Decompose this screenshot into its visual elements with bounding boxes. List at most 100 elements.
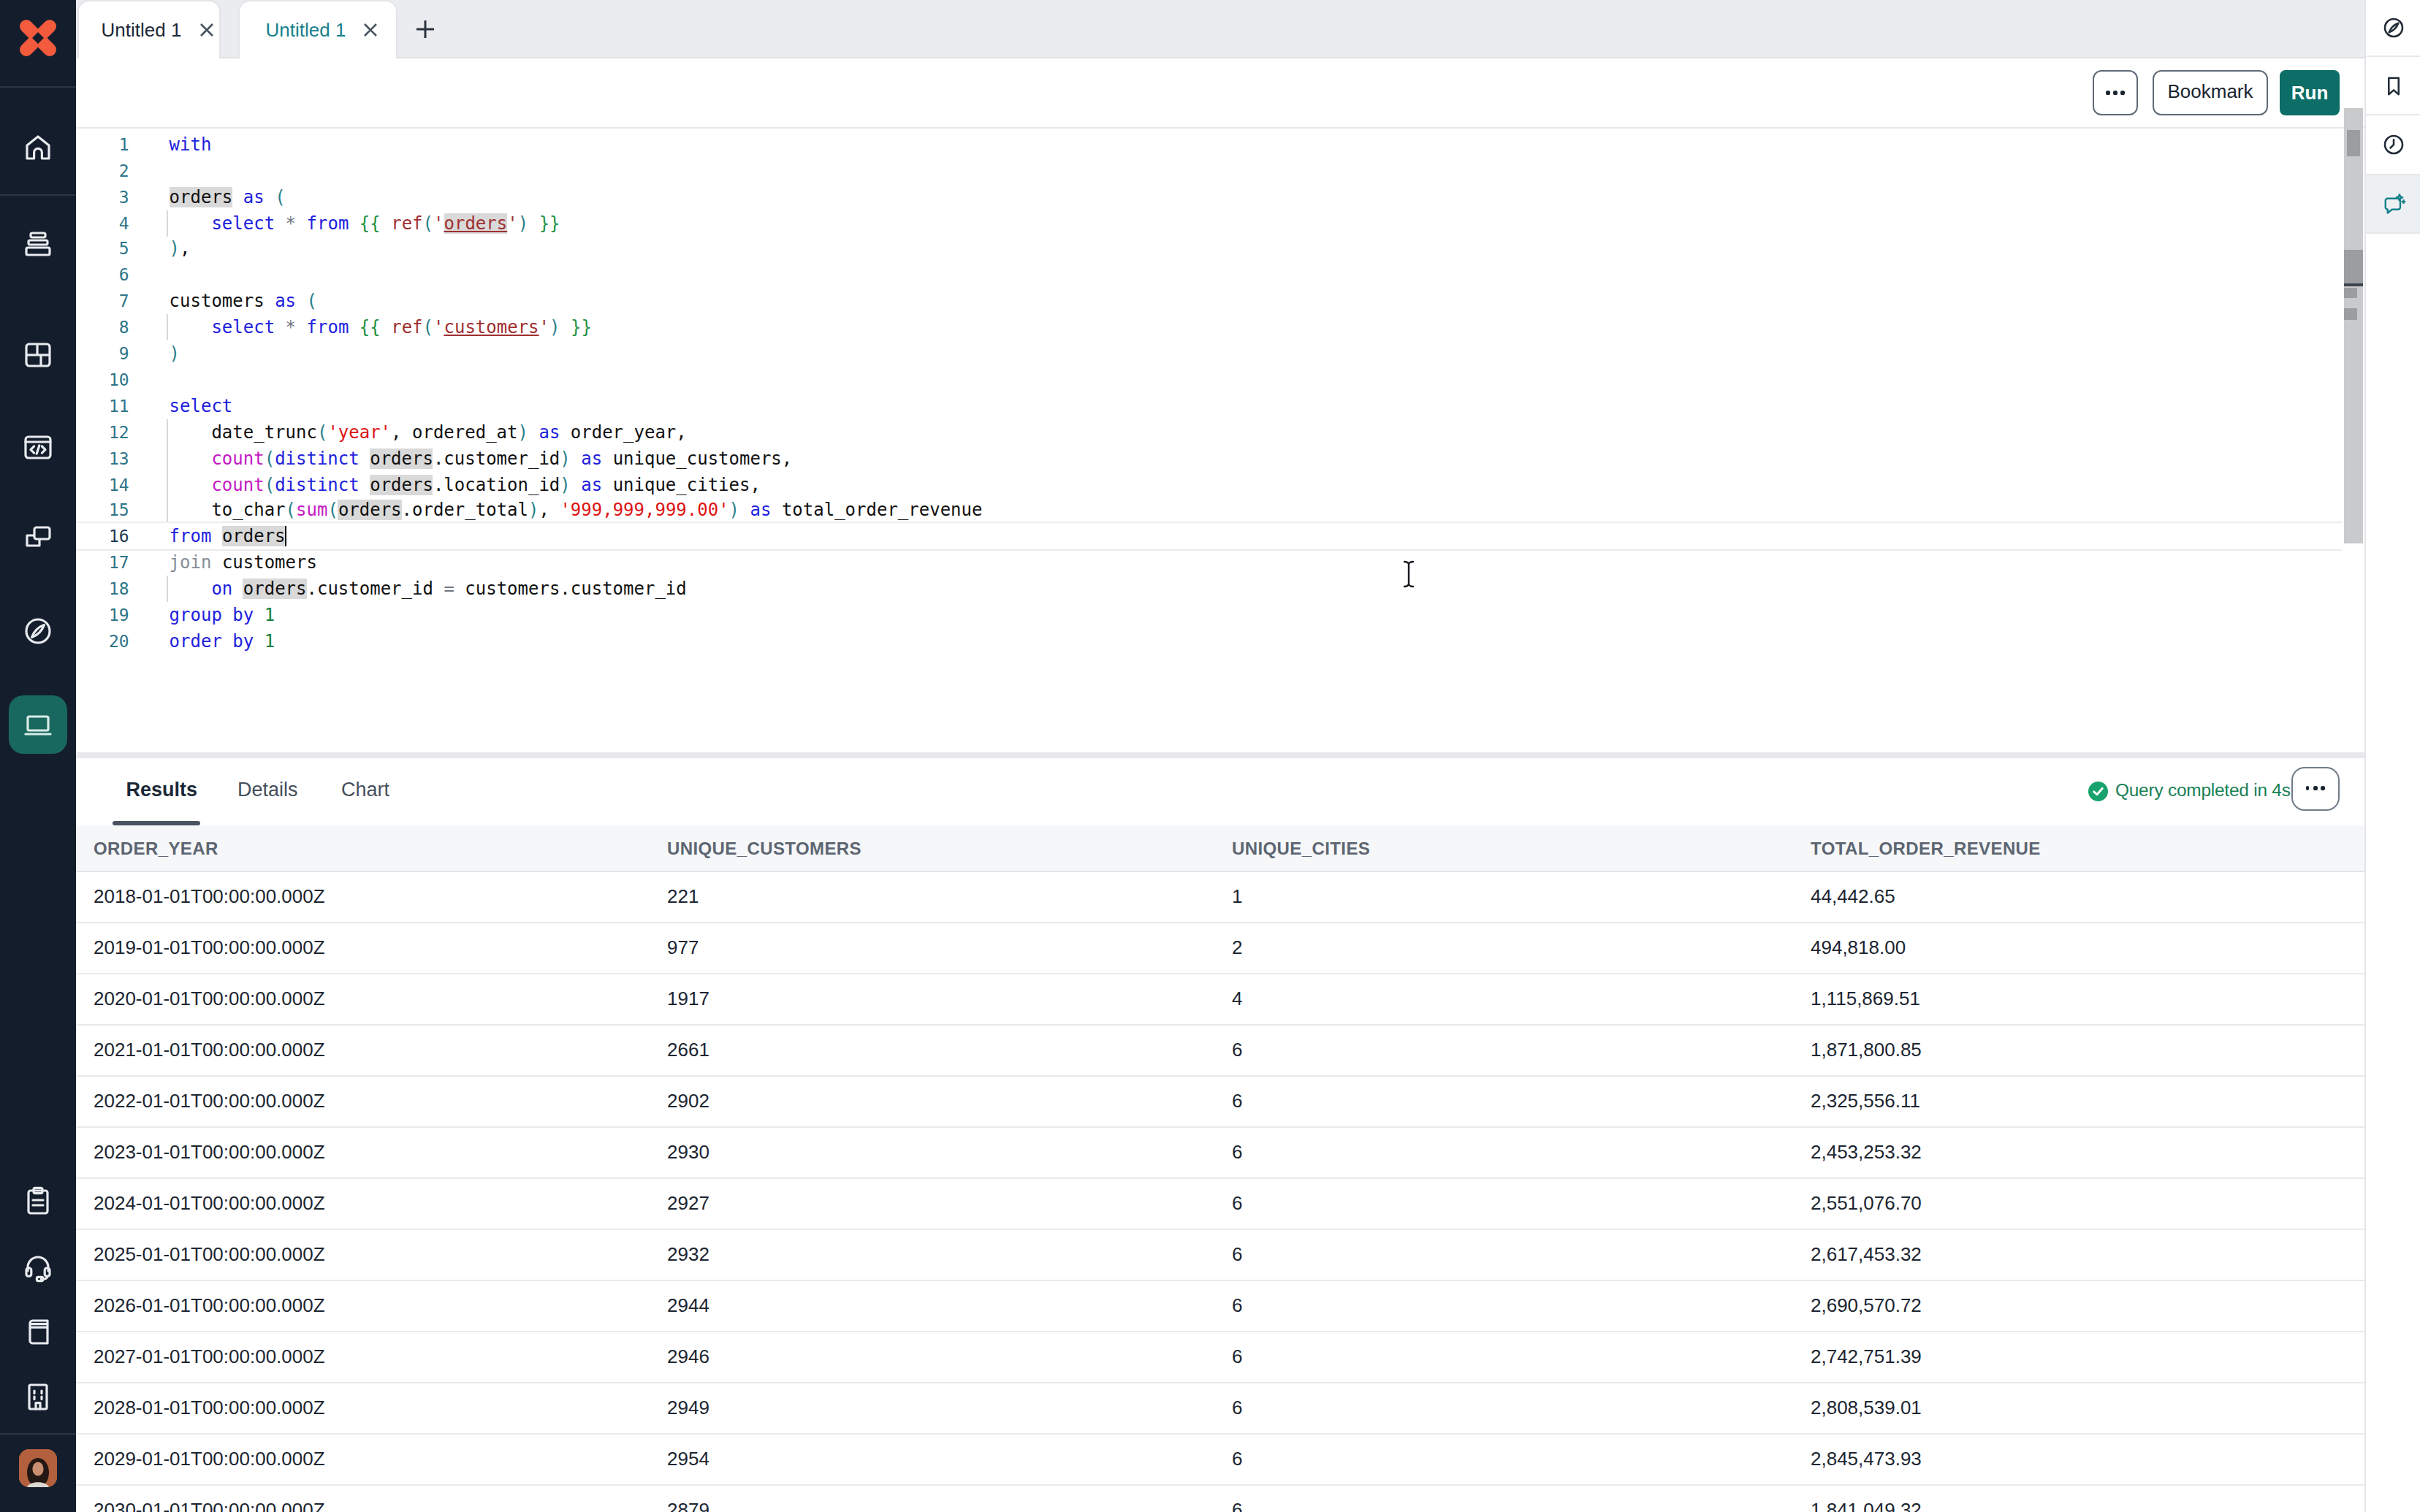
code-line-2[interactable]: 2 [76, 158, 2343, 184]
tab-untitled-1[interactable]: Untitled 1 [78, 0, 221, 58]
support-icon[interactable] [20, 1248, 56, 1283]
table-row[interactable]: 2026-01-01T00:00:00.000Z294462,690,570.7… [76, 1280, 2364, 1332]
table-cell: 2029-01-01T00:00:00.000Z [94, 1447, 325, 1469]
table-row[interactable]: 2021-01-01T00:00:00.000Z266161,871,800.8… [76, 1025, 2364, 1076]
new-tab-icon[interactable] [415, 19, 435, 39]
docs-icon[interactable] [20, 1313, 56, 1348]
run-label: Run [2291, 82, 2329, 104]
terminal-icon[interactable] [20, 707, 56, 742]
tab-results[interactable]: Results [126, 778, 198, 800]
code-window-icon[interactable] [20, 429, 56, 465]
table-cell: 6 [1232, 1294, 1242, 1316]
projects-icon[interactable] [20, 520, 56, 555]
table-cell: 2,742,751.39 [1811, 1345, 1922, 1367]
code-line-11[interactable]: 11select [76, 393, 2343, 419]
close-icon[interactable] [199, 22, 216, 38]
code-text: order by 1 [170, 628, 275, 654]
column-header-unique_customers[interactable]: UNIQUE_CUSTOMERS [667, 838, 861, 858]
current-line-marker [2343, 283, 2363, 286]
indent-guide [167, 497, 169, 524]
bookmark-cell[interactable] [2366, 56, 2420, 115]
organization-icon[interactable] [20, 1379, 56, 1414]
column-header-order_year[interactable]: ORDER_YEAR [94, 838, 218, 858]
history-cell[interactable] [2366, 115, 2420, 175]
line-number: 15 [76, 497, 129, 524]
mouse-text-cursor [1400, 560, 1418, 589]
hex-logo[interactable] [15, 15, 61, 61]
code-text: date_trunc('year', ordered_at) as order_… [170, 419, 687, 446]
column-header-total_order_revenue[interactable]: TOTAL_ORDER_REVENUE [1811, 838, 2041, 858]
line-number: 3 [76, 183, 129, 210]
code-line-16[interactable]: 16from orders [76, 522, 2343, 551]
table-cell: 2028-01-01T00:00:00.000Z [94, 1396, 325, 1418]
table-row[interactable]: 2025-01-01T00:00:00.000Z293262,617,453.3… [76, 1229, 2364, 1280]
table-row[interactable]: 2022-01-01T00:00:00.000Z290262,325,556.1… [76, 1076, 2364, 1127]
code-line-17[interactable]: 17join customers [76, 550, 2343, 576]
table-row[interactable]: 2029-01-01T00:00:00.000Z295462,845,473.9… [76, 1434, 2364, 1485]
user-avatar[interactable] [19, 1449, 57, 1487]
table-cell: 2020-01-01T00:00:00.000Z [94, 987, 325, 1009]
code-line-13[interactable]: 13 count(distinct orders.customer_id) as… [76, 445, 2343, 471]
ai-chat-cell[interactable] [2366, 175, 2420, 234]
table-row[interactable]: 2023-01-01T00:00:00.000Z293062,453,253.3… [76, 1127, 2364, 1178]
code-line-4[interactable]: 4 select * from {{ ref('orders') }} [76, 210, 2343, 236]
apps-icon[interactable] [20, 337, 56, 373]
code-line-9[interactable]: 9) [76, 340, 2343, 367]
code-text: from orders [170, 524, 286, 550]
table-row[interactable]: 2027-01-01T00:00:00.000Z294662,742,751.3… [76, 1332, 2364, 1383]
table-cell: 2027-01-01T00:00:00.000Z [94, 1345, 325, 1367]
editor-scrollbar[interactable] [2343, 108, 2363, 543]
table-row[interactable]: 2020-01-01T00:00:00.000Z191741,115,869.5… [76, 974, 2364, 1025]
code-line-10[interactable]: 10 [76, 367, 2343, 393]
code-line-1[interactable]: 1with [76, 131, 2343, 158]
code-line-15[interactable]: 15 to_char(sum(orders.order_total), '999… [76, 497, 2343, 524]
home-icon[interactable] [20, 129, 56, 164]
tab-details[interactable]: Details [237, 778, 298, 800]
bookmark-button[interactable]: Bookmark [2153, 70, 2268, 115]
code-line-8[interactable]: 8 select * from {{ ref('customers') }} [76, 314, 2343, 340]
code-line-14[interactable]: 14 count(distinct orders.location_id) as… [76, 471, 2343, 497]
notebook-active-indicator [9, 695, 67, 754]
code-line-5[interactable]: 5), [76, 236, 2343, 262]
clipboard-icon[interactable] [20, 1183, 56, 1218]
code-line-6[interactable]: 6 [76, 262, 2343, 289]
table-row[interactable]: 2030-01-01T00:00:00.000Z287961,841,049.3… [76, 1485, 2364, 1512]
explore-icon[interactable] [20, 614, 56, 649]
table-cell: 2025-01-01T00:00:00.000Z [94, 1242, 325, 1264]
code-line-19[interactable]: 19group by 1 [76, 602, 2343, 628]
table-cell: 1,871,800.85 [1811, 1038, 1922, 1060]
table-row[interactable]: 2019-01-01T00:00:00.000Z9772494,818.00 [76, 923, 2364, 974]
indent-guide [167, 576, 169, 602]
close-icon[interactable] [362, 22, 378, 38]
tab-chart[interactable]: Chart [341, 778, 389, 800]
search-explore-cell[interactable] [2366, 0, 2420, 56]
line-number: 8 [76, 314, 129, 340]
table-cell: 2946 [667, 1345, 709, 1367]
code-line-20[interactable]: 20order by 1 [76, 628, 2343, 654]
results-more-button[interactable] [2291, 766, 2339, 810]
code-line-3[interactable]: 3orders as ( [76, 183, 2343, 210]
table-cell: 2018-01-01T00:00:00.000Z [94, 885, 325, 906]
code-text: to_char(sum(orders.order_total), '999,99… [170, 497, 983, 524]
code-line-12[interactable]: 12 date_trunc('year', ordered_at) as ord… [76, 419, 2343, 446]
column-header-unique_cities[interactable]: UNIQUE_CITIES [1232, 838, 1370, 858]
code-line-7[interactable]: 7customers as ( [76, 289, 2343, 315]
code-line-18[interactable]: 18 on orders.customer_id = customers.cus… [76, 576, 2343, 602]
collections-icon[interactable] [20, 226, 56, 261]
table-row[interactable]: 2028-01-01T00:00:00.000Z294962,808,539.0… [76, 1383, 2364, 1434]
table-cell: 2026-01-01T00:00:00.000Z [94, 1294, 325, 1316]
code-text: ) [170, 340, 180, 367]
run-button[interactable]: Run [2280, 70, 2340, 115]
table-cell: 44,442.65 [1811, 885, 1895, 906]
table-cell: 2030-01-01T00:00:00.000Z [94, 1498, 325, 1512]
rail-separator [0, 195, 76, 196]
tab-bar: Untitled 1 Untitled 1 [76, 0, 2364, 58]
tab-untitled-2[interactable]: Untitled 1 [239, 0, 398, 58]
scroll-mark [2346, 130, 2359, 156]
table-row[interactable]: 2018-01-01T00:00:00.000Z221144,442.65 [76, 871, 2364, 923]
bookmark-label: Bookmark [2167, 80, 2253, 102]
sql-editor[interactable]: 1with23orders as (4 select * from {{ ref… [76, 129, 2343, 752]
table-row[interactable]: 2024-01-01T00:00:00.000Z292762,551,076.7… [76, 1178, 2364, 1229]
line-number: 6 [76, 262, 129, 289]
more-options-button[interactable] [2093, 70, 2138, 115]
